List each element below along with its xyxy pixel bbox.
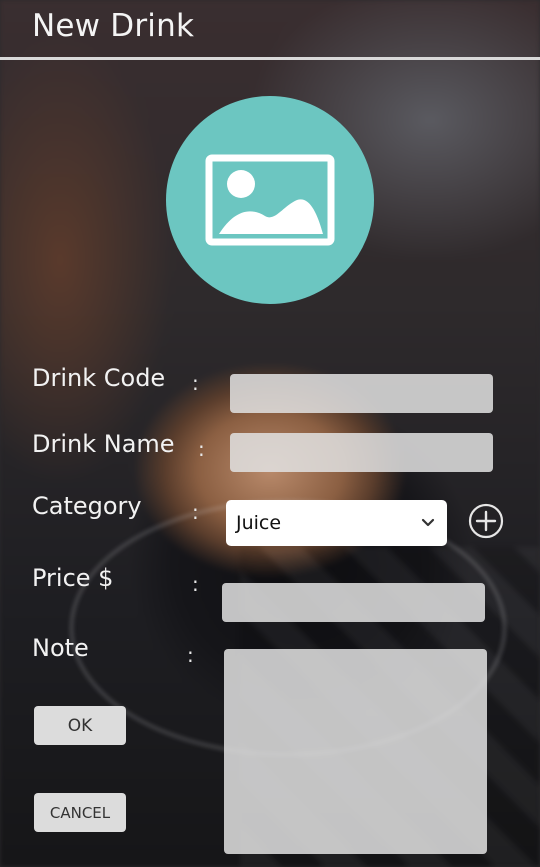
title-bar: New Drink	[0, 0, 540, 60]
title-divider	[0, 57, 540, 60]
category-separator: :	[192, 500, 199, 524]
note-textarea[interactable]	[224, 649, 487, 854]
image-placeholder-icon	[205, 154, 335, 246]
note-separator: :	[187, 643, 194, 667]
category-label: Category	[32, 492, 142, 520]
drink-photo-picker[interactable]	[166, 96, 374, 304]
add-category-button[interactable]	[468, 503, 504, 539]
price-input[interactable]	[222, 583, 485, 622]
drink-code-label: Drink Code	[32, 364, 166, 392]
ok-button[interactable]: OK	[34, 706, 126, 745]
category-select[interactable]: Juice	[226, 500, 447, 546]
drink-code-separator: :	[192, 371, 199, 395]
page-title: New Drink	[32, 8, 195, 44]
category-selected-value: Juice	[236, 512, 282, 534]
drink-name-label: Drink Name	[32, 430, 175, 458]
drink-name-input[interactable]	[230, 433, 493, 472]
drink-code-input[interactable]	[230, 374, 493, 413]
drink-name-separator: :	[198, 437, 205, 461]
chevron-down-icon	[421, 518, 435, 527]
price-separator: :	[192, 572, 199, 596]
cancel-button[interactable]: CANCEL	[34, 793, 126, 832]
note-label: Note	[32, 634, 89, 662]
price-label: Price $	[32, 564, 114, 592]
